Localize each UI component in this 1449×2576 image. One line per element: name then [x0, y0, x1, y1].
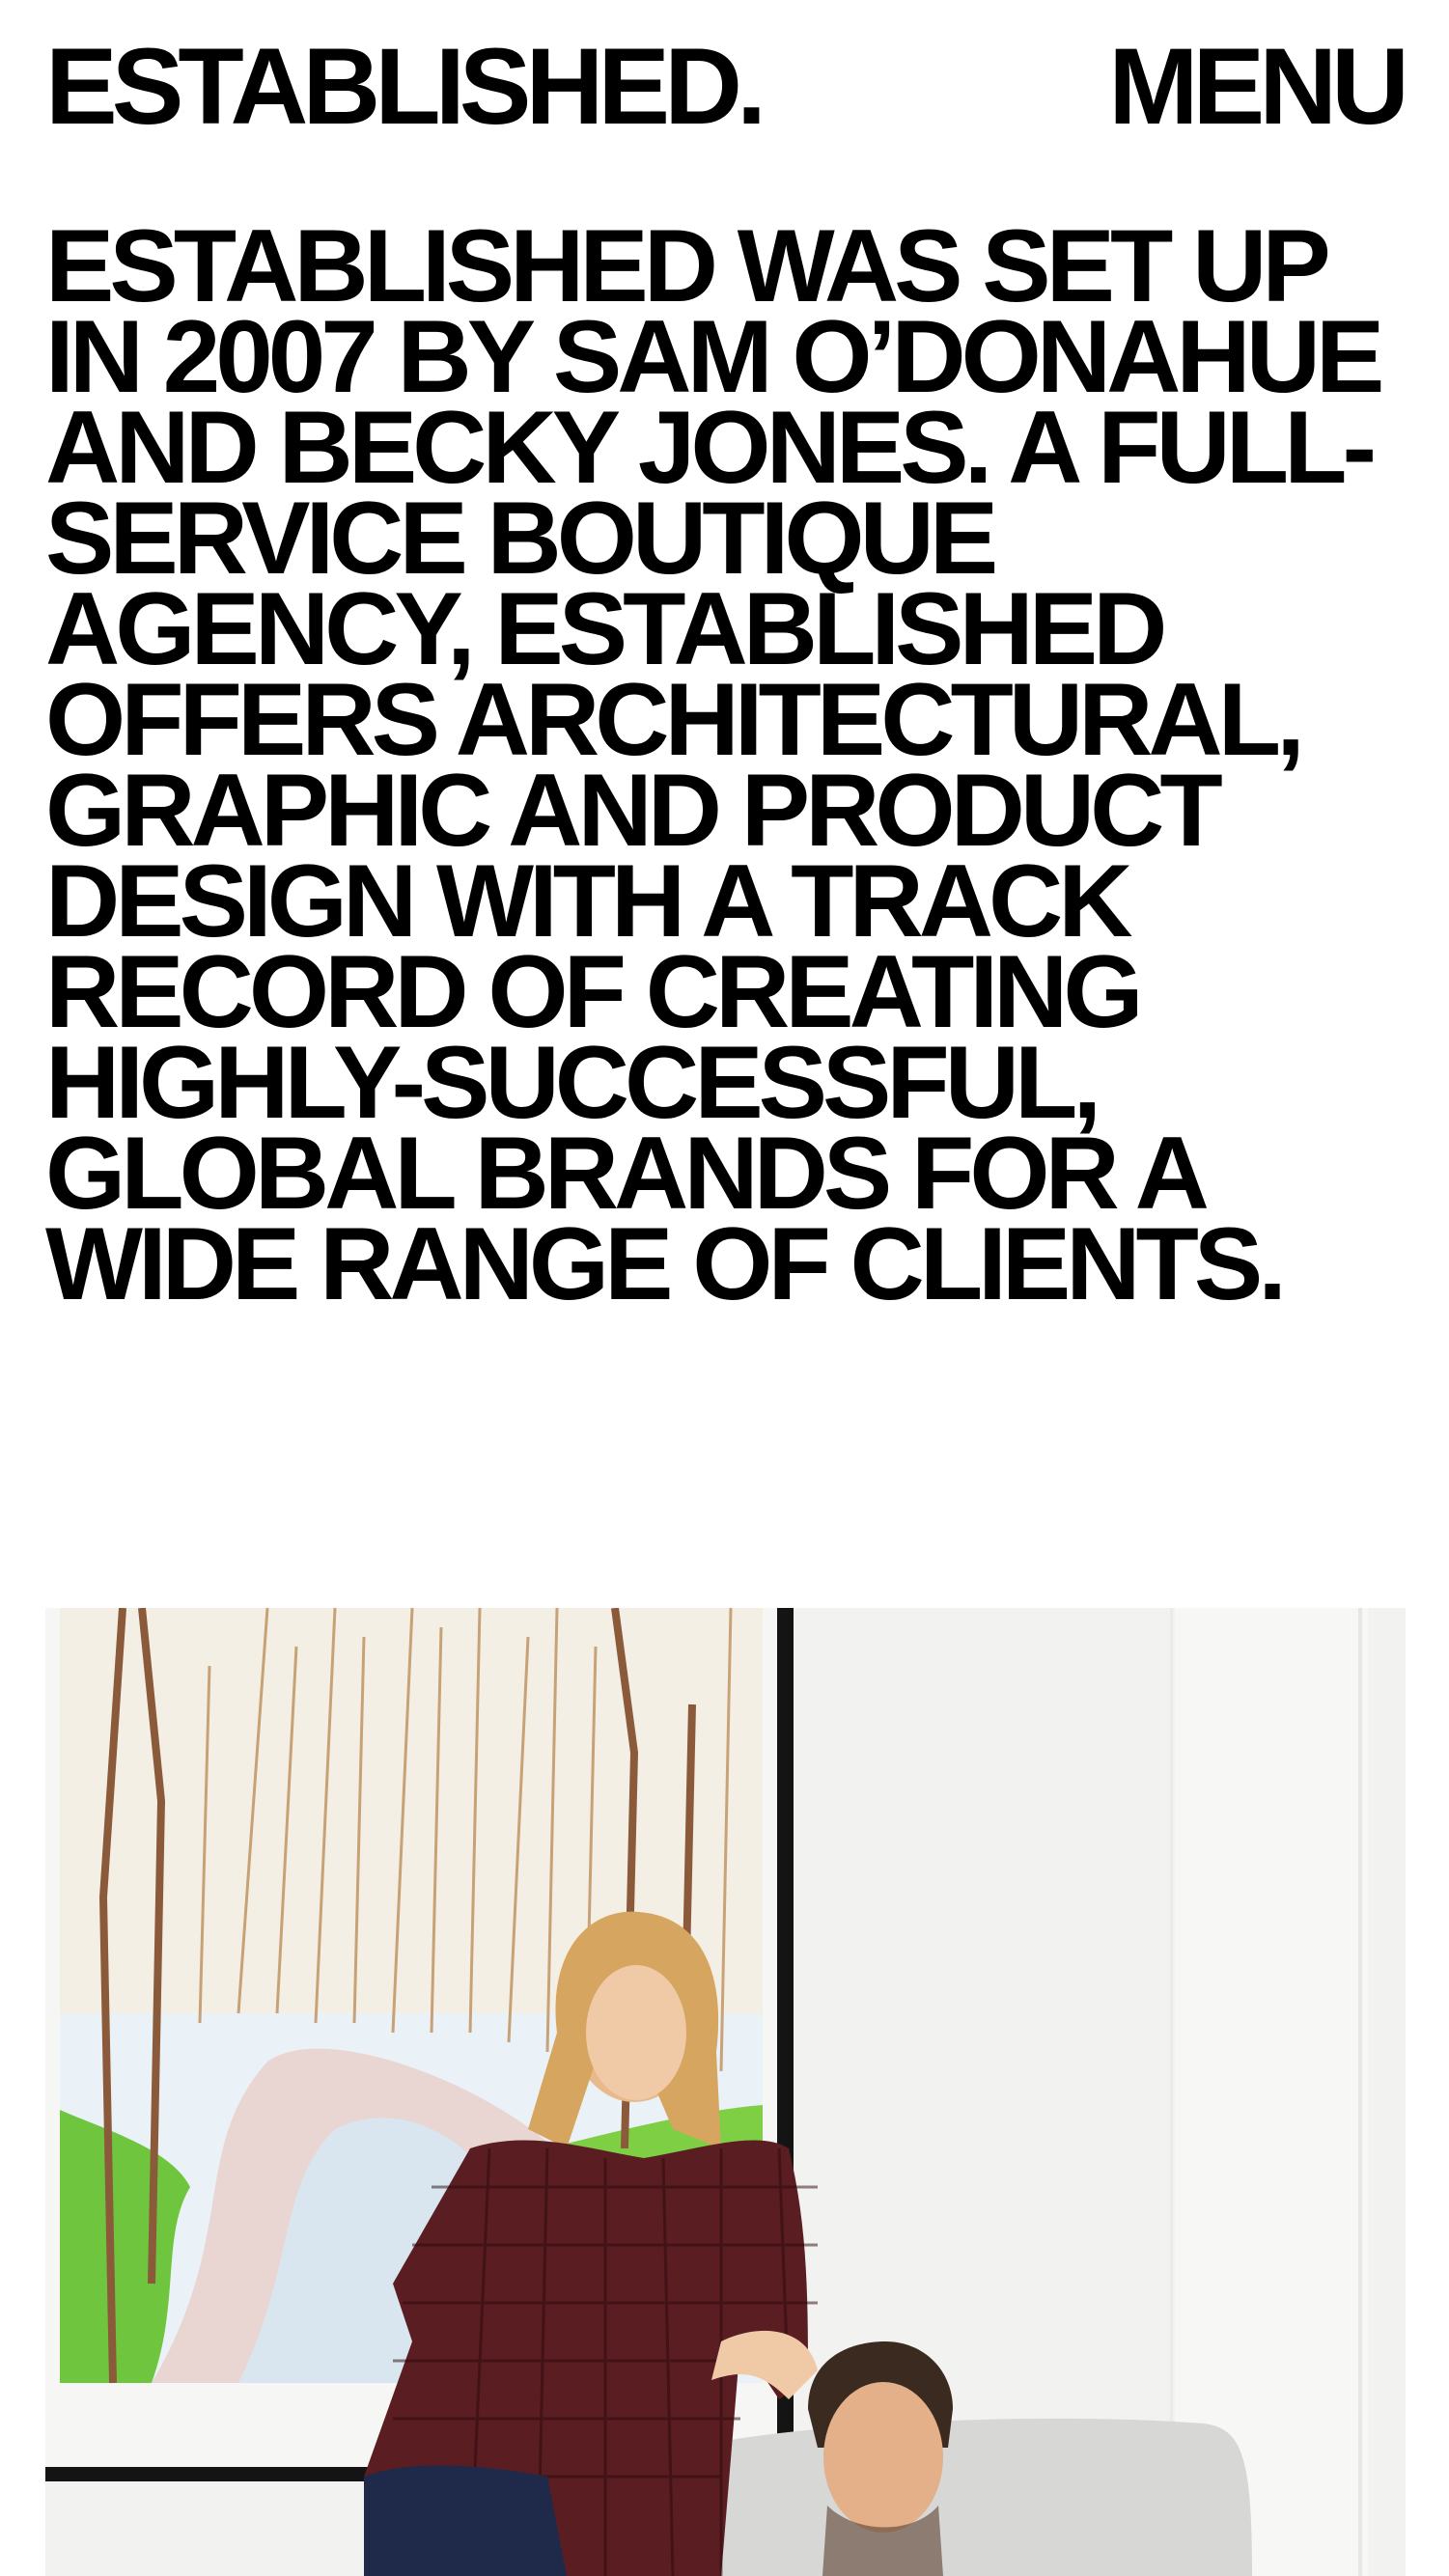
intro-statement: ESTABLISHED WAS SET UP IN 2007 BY SAM O’… [45, 208, 1384, 1321]
site-header: ESTABLISHED. MENU [45, 33, 1409, 149]
menu-button[interactable]: MENU [1108, 33, 1409, 141]
founders-photo-illustration [45, 1608, 1406, 2576]
site-logo[interactable]: ESTABLISHED. [45, 33, 766, 141]
founders-photo [45, 1608, 1406, 2576]
